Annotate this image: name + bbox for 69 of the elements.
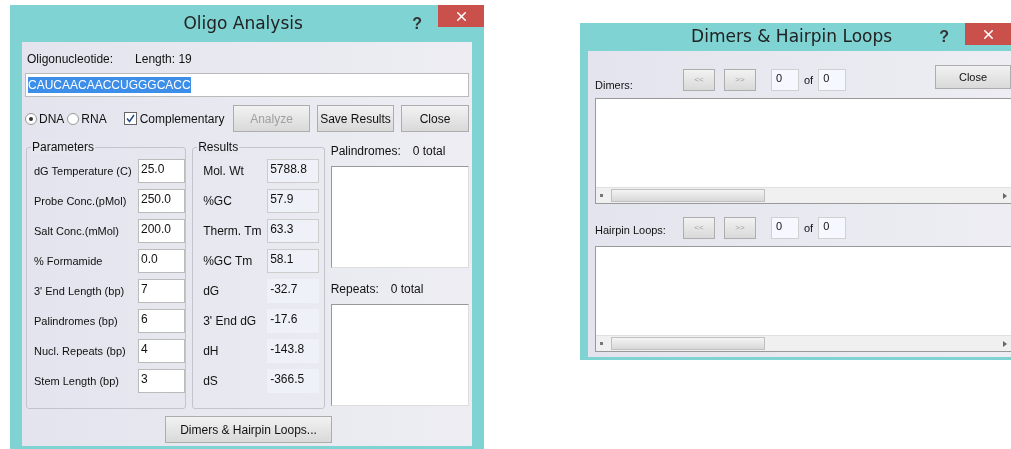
section-label: Dimers: bbox=[595, 77, 634, 93]
dialog-button[interactable]: Dimers & Hairpin Loops... bbox=[165, 416, 332, 443]
help-button[interactable]: ? bbox=[412, 11, 422, 36]
counter-field[interactable]: 0 bbox=[818, 217, 847, 239]
field-label: % Formamide bbox=[34, 253, 104, 269]
field-label: 3' End dG bbox=[203, 313, 258, 330]
result-field: -143.8 bbox=[267, 339, 320, 363]
parameter-field[interactable]: 4 bbox=[138, 339, 185, 363]
field-label: 3' End Length (bp) bbox=[34, 283, 126, 299]
group-title: Parameters bbox=[31, 140, 96, 154]
horizontal-scrollbar[interactable] bbox=[596, 335, 1011, 351]
length-label: Length: 19 bbox=[135, 51, 192, 68]
parameter-field[interactable]: 200.0 bbox=[138, 219, 185, 243]
parameter-field[interactable]: 25.0 bbox=[138, 159, 185, 183]
help-button[interactable]: ? bbox=[939, 25, 949, 49]
field-label: Probe Conc.(pMol) bbox=[34, 193, 128, 209]
field-label: Oligonucleotide: bbox=[27, 51, 114, 68]
field-label: dS bbox=[203, 373, 219, 390]
result-field: 57.9 bbox=[267, 189, 320, 213]
field-label: Therm. Tm bbox=[203, 223, 263, 240]
parameter-field[interactable]: 250.0 bbox=[138, 189, 185, 213]
counter-field[interactable]: 0 bbox=[818, 69, 847, 91]
parameter-field[interactable]: 7 bbox=[138, 279, 185, 303]
field-label: Salt Conc.(mMol) bbox=[34, 223, 120, 239]
window-title: Dimers & Hairpin Loops bbox=[690, 25, 894, 49]
radio-label[interactable]: DNA bbox=[39, 109, 65, 128]
of-label: of bbox=[804, 72, 814, 88]
result-field: 58.1 bbox=[267, 249, 320, 273]
radio-button[interactable] bbox=[25, 112, 37, 125]
of-label: of bbox=[804, 220, 814, 236]
total-count: 0 total bbox=[390, 281, 424, 298]
field-label: %GC Tm bbox=[203, 253, 254, 270]
counter-field[interactable]: 0 bbox=[771, 69, 799, 91]
field-label: %GC bbox=[203, 193, 233, 210]
parameter-field[interactable]: 0.0 bbox=[138, 249, 185, 273]
result-field: 5788.8 bbox=[267, 159, 320, 183]
close-button[interactable] bbox=[438, 5, 484, 27]
checkbox[interactable] bbox=[123, 112, 137, 125]
result-field: -366.5 bbox=[267, 369, 320, 393]
field-label: dG Temperature (C) bbox=[34, 163, 133, 179]
parameter-field[interactable]: 6 bbox=[138, 309, 185, 333]
dialog-button[interactable]: Close bbox=[935, 65, 1011, 89]
group-title: Results bbox=[197, 140, 240, 154]
counter-field[interactable]: 0 bbox=[771, 217, 799, 239]
field-label: Stem Length (bp) bbox=[34, 373, 120, 389]
parameter-field[interactable]: 3 bbox=[138, 369, 185, 393]
result-field: -17.6 bbox=[267, 309, 320, 333]
field-label: dH bbox=[203, 343, 220, 360]
field-label: Mol. Wt bbox=[203, 163, 245, 180]
close-button[interactable] bbox=[965, 23, 1011, 45]
results-list[interactable] bbox=[595, 246, 1011, 352]
field-label: Palindromes (bp) bbox=[34, 313, 119, 329]
list-label: Palindromes: bbox=[330, 143, 401, 160]
total-count: 0 total bbox=[412, 143, 446, 160]
results-list[interactable] bbox=[595, 98, 1011, 204]
field-label: dG bbox=[203, 283, 221, 300]
result-field: -32.7 bbox=[267, 279, 320, 303]
result-field: 63.3 bbox=[267, 219, 320, 243]
radio-button[interactable] bbox=[67, 112, 80, 125]
horizontal-scrollbar[interactable] bbox=[596, 187, 1011, 203]
window-title: Oligo Analysis bbox=[182, 11, 304, 35]
checkbox-label[interactable]: Complementary bbox=[139, 109, 225, 128]
section-label: Hairpin Loops: bbox=[595, 223, 667, 239]
dialog-button[interactable]: Close bbox=[401, 105, 469, 132]
field-label: Nucl. Repeats (bp) bbox=[34, 343, 127, 359]
check-icon bbox=[125, 114, 135, 123]
dialog-button[interactable]: Save Results bbox=[317, 105, 394, 132]
list-label: Repeats: bbox=[330, 281, 379, 298]
radio-label[interactable]: RNA bbox=[81, 109, 107, 128]
